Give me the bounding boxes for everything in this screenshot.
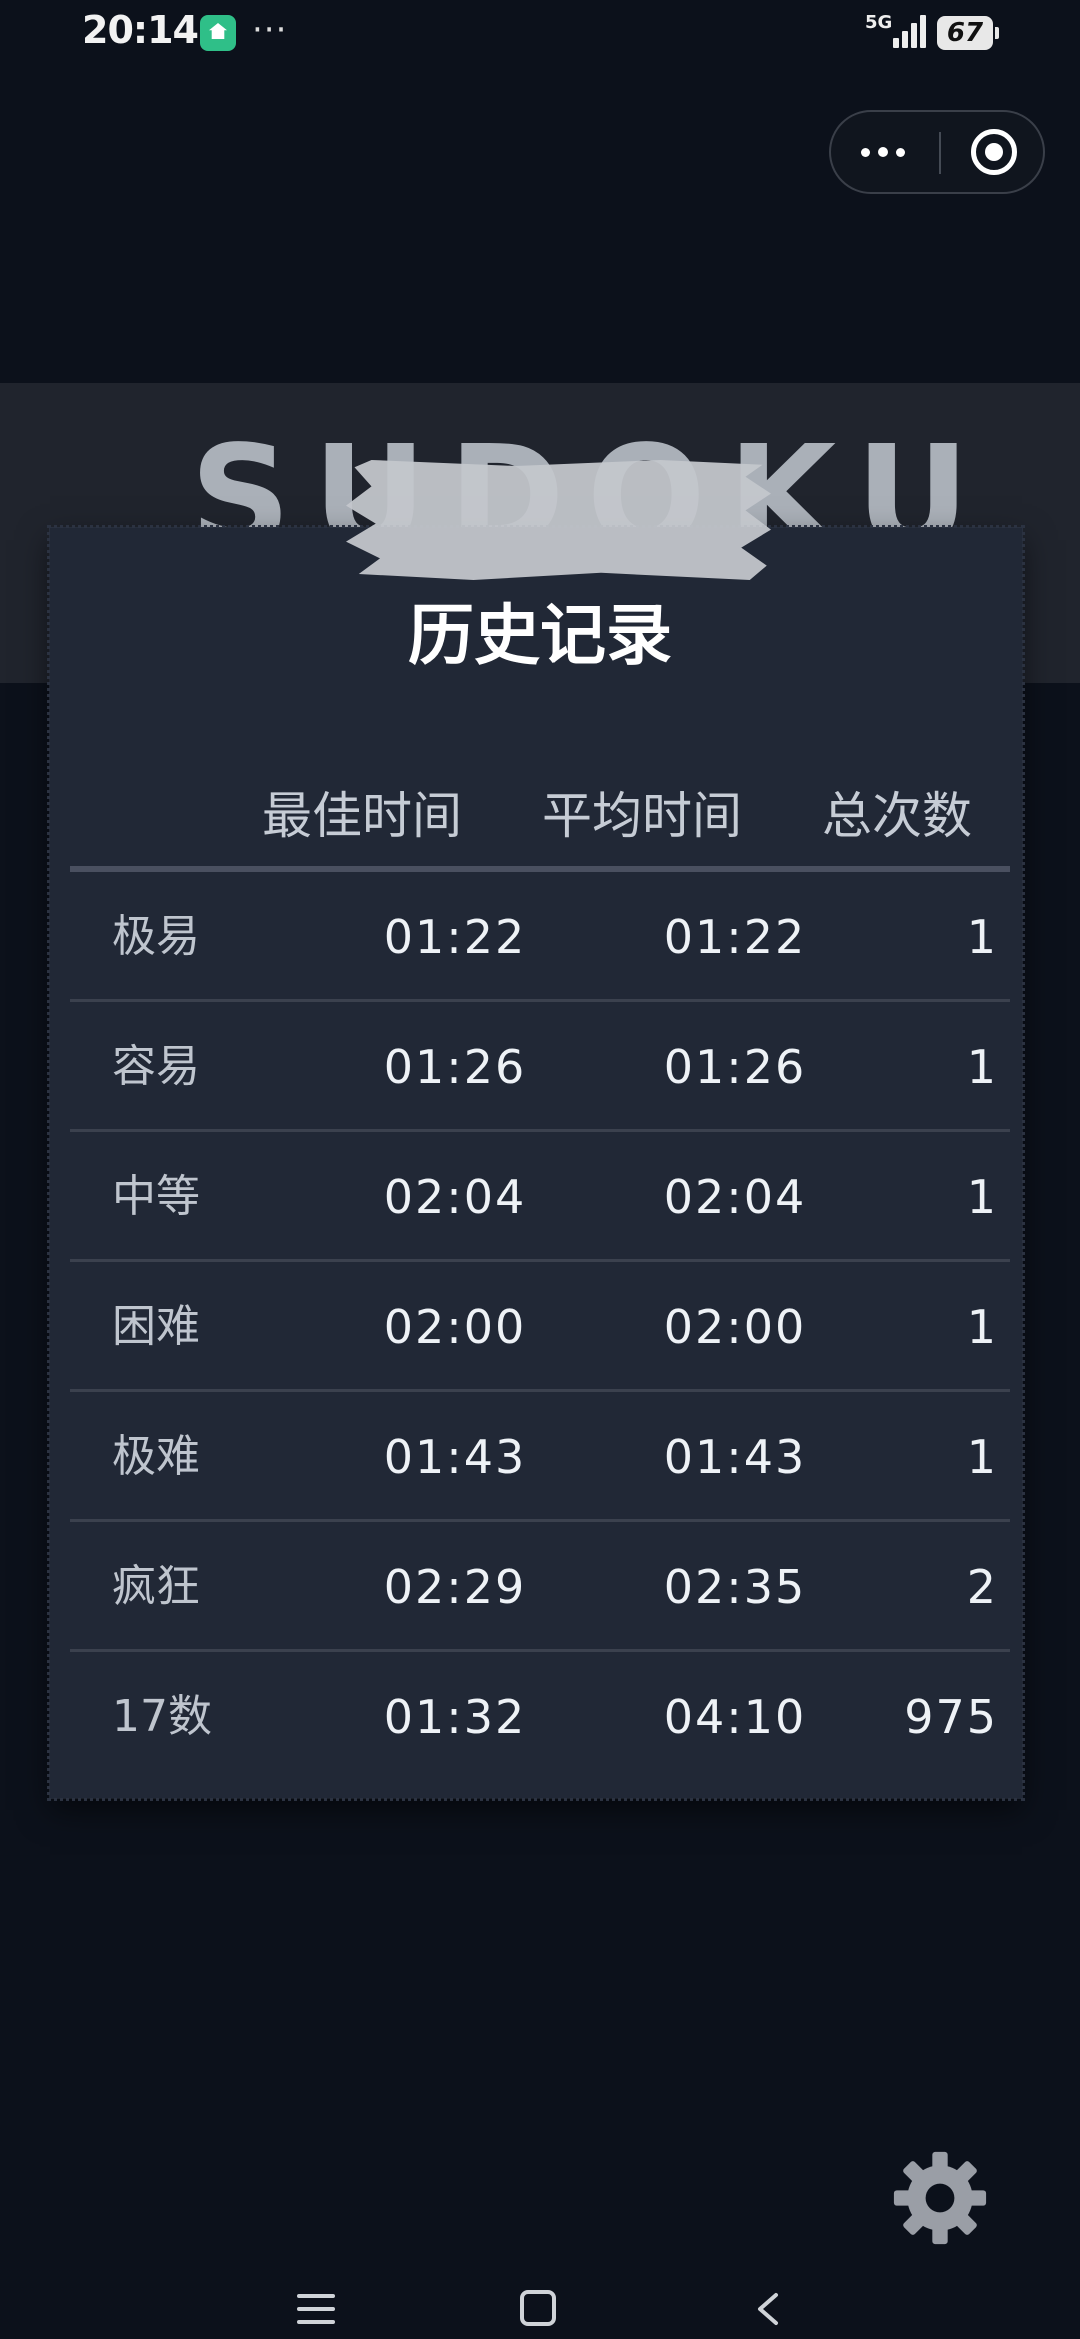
average-time: 01:26: [663, 1040, 807, 1094]
header-best-time: 最佳时间: [262, 787, 462, 845]
average-time: 04:10: [663, 1690, 807, 1744]
status-time: 20:14: [82, 8, 199, 52]
table-row: 17数 01:32 04:10 975: [70, 1652, 1010, 1782]
total-count: 1: [966, 1430, 998, 1484]
total-count: 1: [966, 1040, 998, 1094]
header-average-time: 平均时间: [542, 787, 742, 845]
average-time: 01:22: [663, 910, 807, 964]
miniprogram-capsule: [829, 110, 1045, 194]
average-time: 01:43: [663, 1430, 807, 1484]
best-time: 02:04: [383, 1170, 527, 1224]
history-panel: 最佳时间 平均时间 总次数 极易 01:22 01:22 1 容易 01:26 …: [47, 525, 1025, 1801]
level-label: 中等: [112, 1171, 200, 1222]
home-app-icon: [200, 15, 236, 51]
table-row: 容易 01:26 01:26 1: [70, 1002, 1010, 1132]
table-row: 极难 01:43 01:43 1: [70, 1392, 1010, 1522]
more-dots-icon[interactable]: [851, 132, 915, 172]
back-chevron-icon[interactable]: [752, 2292, 784, 2326]
header-total-count: 总次数: [822, 787, 972, 845]
status-bar: 20:14 ··· 5G 67: [0, 0, 1080, 70]
network-type: 5G: [865, 12, 893, 33]
average-time: 02:35: [663, 1560, 807, 1614]
navigation-bar: [0, 2280, 1080, 2339]
best-time: 01:22: [383, 910, 527, 964]
close-miniprogram-icon[interactable]: [971, 129, 1017, 175]
table-row: 中等 02:04 02:04 1: [70, 1132, 1010, 1262]
battery-icon: 67: [937, 16, 999, 50]
page-title: 历史记录: [408, 597, 672, 674]
capsule-divider: [939, 132, 941, 174]
table-row: 疯狂 02:29 02:35 2: [70, 1522, 1010, 1652]
level-label: 极易: [112, 911, 200, 962]
level-label: 17数: [112, 1691, 212, 1742]
total-count: 1: [966, 1170, 998, 1224]
table-row: 困难 02:00 02:00 1: [70, 1262, 1010, 1392]
status-more-indicator: ···: [252, 10, 288, 50]
level-label: 疯狂: [112, 1561, 200, 1612]
table-row: 极易 01:22 01:22 1: [70, 872, 1010, 1002]
total-count: 975: [904, 1690, 998, 1744]
best-time: 01:32: [383, 1690, 527, 1744]
average-time: 02:04: [663, 1170, 807, 1224]
signal-icon: [893, 14, 927, 48]
total-count: 1: [966, 910, 998, 964]
total-count: 2: [966, 1560, 998, 1614]
level-label: 极难: [112, 1431, 200, 1482]
level-label: 容易: [112, 1041, 200, 1092]
level-label: 困难: [112, 1301, 200, 1352]
best-time: 02:29: [383, 1560, 527, 1614]
gear-icon[interactable]: [892, 2150, 988, 2246]
best-time: 01:43: [383, 1430, 527, 1484]
total-count: 1: [966, 1300, 998, 1354]
best-time: 02:00: [383, 1300, 527, 1354]
best-time: 01:26: [383, 1040, 527, 1094]
average-time: 02:00: [663, 1300, 807, 1354]
home-square-icon[interactable]: [520, 2290, 556, 2326]
tape-decoration: [346, 460, 771, 580]
menu-icon[interactable]: [297, 2292, 335, 2326]
